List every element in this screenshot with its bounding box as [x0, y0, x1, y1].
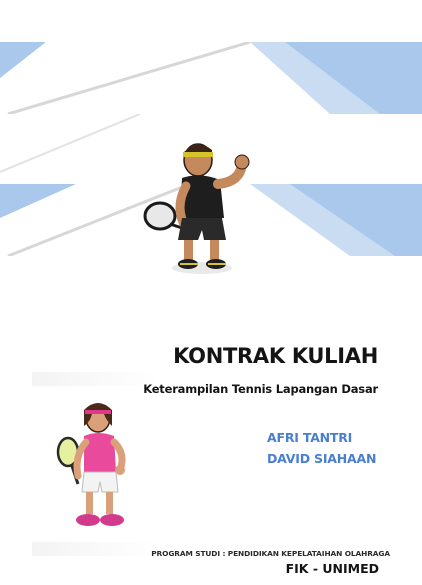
document-subtitle: Keterampilan Tennis Lapangan Dasar	[143, 382, 378, 396]
tennis-player-pink-icon	[54, 396, 138, 530]
author-name: DAVID SIAHAAN	[267, 451, 377, 466]
tennis-player-black-icon	[140, 134, 258, 280]
study-program: PROGRAM STUDI : PENDIDIKAN KEPELATAIHAN …	[151, 549, 390, 558]
fade-strip	[32, 372, 160, 386]
document-title: KONTRAK KULIAH	[173, 344, 378, 368]
fade-strip	[32, 542, 160, 556]
faculty-name: FIK - UNIMED	[285, 561, 379, 576]
cover-page: KONTRAK KULIAH Keterampilan Tennis Lapan…	[0, 0, 422, 585]
author-name: AFRI TANTRI	[267, 430, 353, 445]
court-band-top	[0, 42, 422, 114]
